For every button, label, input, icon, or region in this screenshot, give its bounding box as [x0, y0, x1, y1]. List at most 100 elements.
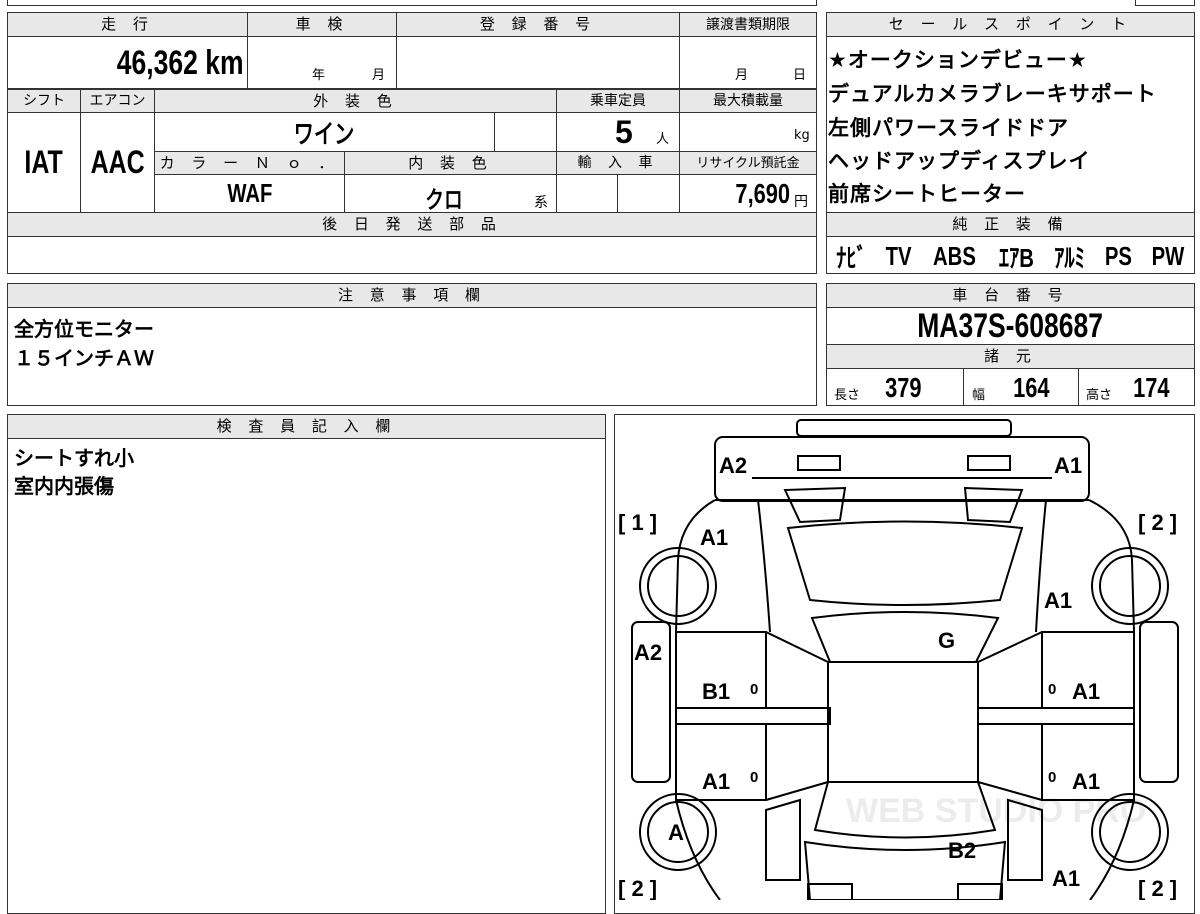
sales-point-2: デュアルカメラブレーキサポート [828, 82, 1157, 106]
bracket-bottom-right: [ 2 ] [1138, 876, 1177, 900]
mark-door-rear-left: A1 [702, 769, 730, 794]
header-mileage: 走 行 [7, 12, 248, 37]
header-exterior-color: 外 装 色 [154, 89, 557, 113]
header-registration: 登 録 番 号 [396, 12, 680, 37]
window-mark-front-right: 0 [1048, 681, 1056, 698]
exterior-color-cell: ワイン [154, 112, 495, 152]
aircon-cell: AAC [80, 112, 155, 213]
interior-color-text: クロ [425, 187, 463, 214]
spec-width-text: 164 [1013, 372, 1050, 403]
mileage-value: 46,362 km [80, 44, 250, 84]
mark-fender-left: A1 [700, 525, 728, 550]
recycle-unit: 円 [794, 194, 808, 210]
capacity-unit: 人 [656, 132, 670, 147]
vehicle-diagram: [ 1 ] [ 2 ] [ 2 ] [ 2 ] A2 A1 A1 A1 A2 G… [618, 419, 1179, 900]
mileage-text: 46,362 km [117, 44, 244, 82]
header-chassis-no: 車 台 番 号 [826, 283, 1195, 308]
sales-point-1: ★オークションデビュー★ [828, 48, 1088, 72]
equipment-ps: PS [1104, 240, 1132, 271]
header-inspection: 車 検 [247, 12, 397, 37]
equipment-tv: TV [886, 240, 913, 271]
header-inspector: 検 査 員 記 入 欄 [7, 414, 606, 439]
inspection-month-unit: 月 [372, 68, 386, 83]
exterior-color-value: ワイン [294, 118, 355, 149]
note-line-1: 全方位モニター [14, 317, 154, 341]
spec-height-text: 174 [1133, 372, 1170, 403]
mark-wheel-rear-left: A [668, 820, 684, 845]
mark-quarter-right: A1 [1052, 866, 1080, 891]
import-cell-a [556, 174, 618, 213]
mark-door-rear-right: A1 [1072, 769, 1100, 794]
header-max-load: 最大積載量 [679, 89, 817, 113]
equipment-row: ﾅﾋﾞ TV ABS ｴｱB ｱﾙﾐ PS PW [826, 238, 1195, 274]
equipment-airbag: ｴｱB [998, 242, 1034, 273]
header-aircon: エアコン [80, 89, 155, 113]
note-line-2: １５インチＡＷ [14, 346, 154, 370]
header-later-parts: 後 日 発 送 部 品 [7, 212, 817, 237]
inspector-note-2: 室内内張傷 [14, 474, 114, 498]
later-parts-cell [7, 236, 817, 274]
header-capacity: 乗車定員 [556, 89, 680, 113]
chassis-no-cell: MA37S-608687 [826, 307, 1195, 345]
spec-width-label: 幅 [972, 388, 986, 403]
registration-cell [396, 36, 680, 89]
header-color-no: カ ラ ー Ｎ ｏ ． [154, 151, 345, 175]
bracket-bottom-left: [ 2 ] [618, 876, 657, 900]
import-cell-b [617, 174, 680, 213]
recycle-value: 7,690 [700, 178, 790, 210]
spec-length-value: 379 [880, 372, 927, 404]
equipment-abs: ABS [933, 240, 977, 271]
chassis-no-value: MA37S-608687 [917, 306, 1104, 345]
bracket-top-left: [ 1 ] [618, 510, 657, 535]
header-import: 輸 入 車 [556, 151, 680, 175]
mark-door-front-left: B1 [702, 679, 730, 704]
spec-width-value: 164 [1008, 372, 1055, 404]
exterior-color-extra [494, 112, 557, 152]
sales-point-5: 前席シートヒーター [828, 182, 1026, 206]
color-no-value: WAF [226, 178, 273, 208]
bracket-top-right: [ 2 ] [1138, 510, 1177, 535]
header-interior-color: 内 装 色 [344, 151, 557, 175]
mark-door-front-right: A1 [1072, 679, 1100, 704]
sales-point-3: 左側パワースライドドア [828, 116, 1069, 140]
shift-value: IAT [24, 144, 64, 180]
header-transfer-deadline: 譲渡書類期限 [679, 12, 817, 37]
load-unit: kg [794, 128, 810, 143]
spec-length-text: 379 [885, 372, 922, 403]
spec-length-label: 長さ [834, 388, 861, 403]
capacity-value: 5 [615, 114, 633, 150]
equipment-pw: PW [1151, 240, 1185, 271]
inspection-year-unit: 年 [312, 68, 326, 83]
window-mark-rear-right: 0 [1048, 769, 1056, 786]
equipment-navi: ﾅﾋﾞ [836, 242, 867, 273]
top-strip-right [1135, 0, 1195, 6]
aircon-value: AAC [90, 144, 145, 180]
sales-point-4: ヘッドアップディスプレイ [828, 149, 1091, 173]
header-shift: シフト [7, 89, 81, 113]
spec-height-label: 高さ [1086, 388, 1113, 403]
header-sales-point: セ ー ル ス ポ イ ン ト [826, 12, 1195, 37]
shift-cell: IAT [7, 112, 81, 213]
header-notes: 注 意 事 項 欄 [7, 283, 817, 308]
mark-fender-right: A1 [1044, 588, 1072, 613]
mark-front-right: A1 [1054, 453, 1082, 478]
header-genuine-equipment: 純 正 装 備 [826, 212, 1195, 237]
spec-height-value: 174 [1128, 372, 1175, 404]
window-mark-front-left: 0 [750, 681, 758, 698]
header-specs: 諸 元 [826, 344, 1195, 369]
mark-roof: G [938, 628, 955, 653]
equipment-alloy: ｱﾙﾐ [1054, 242, 1085, 273]
transfer-day-unit: 日 [793, 68, 807, 83]
window-mark-rear-left: 0 [750, 769, 758, 786]
interior-suffix: 系 [534, 195, 548, 211]
mark-pillar-left: A2 [634, 640, 662, 665]
recycle-text: 7,690 [735, 178, 790, 209]
mark-front-left: A2 [719, 453, 747, 478]
transfer-month-unit: 月 [735, 68, 749, 83]
color-no-cell: WAF [154, 174, 345, 213]
inspector-note-1: シートすれ小 [14, 446, 134, 470]
watermark: WEB STUDIO PRO [846, 792, 1146, 830]
header-recycle: リサイクル預託金 [679, 151, 817, 175]
interior-color-value: クロ [420, 180, 468, 215]
top-strip [7, 0, 817, 6]
